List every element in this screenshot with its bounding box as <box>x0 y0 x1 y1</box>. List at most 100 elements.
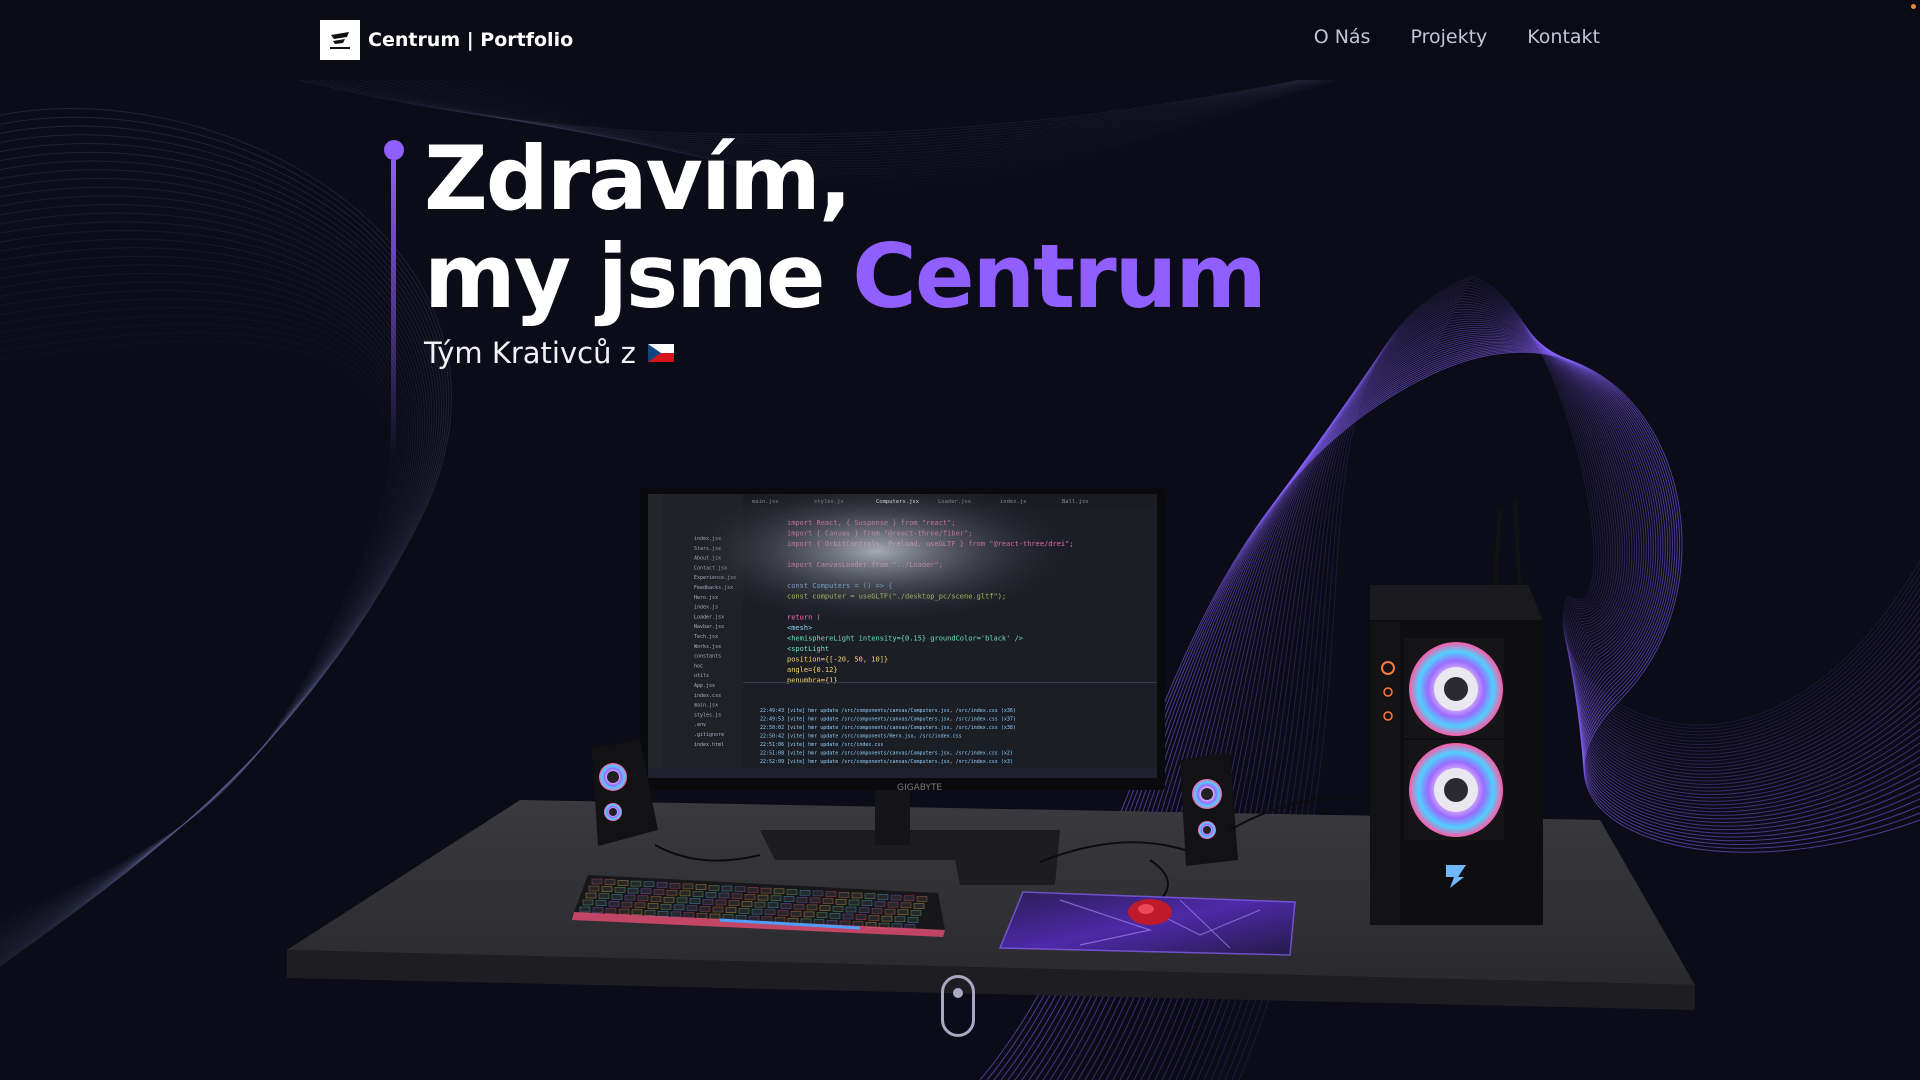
terminal-line: 22:52:09 [vite] hmr update /src/componen… <box>760 759 1013 765</box>
keyboard-key <box>657 910 669 917</box>
keyboard-key <box>686 905 698 911</box>
hero-title-line2-prefix: my jsme <box>424 225 853 328</box>
keyboard-key <box>881 915 893 922</box>
keyboard-key <box>738 908 750 914</box>
keyboard-key <box>634 902 646 909</box>
nav-link-o-nas[interactable]: O Nás <box>1314 26 1371 48</box>
keyboard-key <box>689 898 701 904</box>
explorer-file: .gitignore <box>694 732 724 738</box>
explorer-file: main.jsx <box>694 703 718 709</box>
keyboard-key <box>764 909 776 916</box>
keyboard-key <box>670 911 682 918</box>
keyboard-key <box>874 901 886 907</box>
keyboard-key <box>838 892 850 898</box>
keyboard-key <box>631 909 643 916</box>
keyboard-key <box>796 896 808 903</box>
nav-link-projekty[interactable]: Projekty <box>1410 26 1487 48</box>
keyboard-key <box>585 892 597 899</box>
keyboard-key <box>767 902 779 909</box>
hero-accent-bar <box>391 160 396 460</box>
czech-flag-icon <box>647 344 674 362</box>
keyboard-key <box>825 891 837 897</box>
keyboard-key <box>793 903 805 910</box>
terminal-line: 22:50:02 [vite] hmr update /src/componen… <box>760 725 1016 731</box>
keyboard-key <box>682 883 694 890</box>
terminal-line: 22:51:06 [vite] hmr update /src/index.cs… <box>760 742 883 748</box>
explorer-file: .env <box>694 722 706 728</box>
keyboard-key <box>608 901 620 907</box>
keyboard-key <box>868 915 880 921</box>
keyboard-key <box>871 908 883 914</box>
keyboard-key <box>783 896 795 902</box>
keyboard-key <box>611 894 623 900</box>
keyboard-key <box>887 901 899 908</box>
keyboard-key <box>812 890 824 897</box>
keyboard-key <box>829 913 841 919</box>
keyboard-key <box>721 885 733 892</box>
keyboard-key <box>770 895 782 902</box>
keyboard-key <box>663 896 675 903</box>
keyboard-key <box>683 912 695 918</box>
keyboard-key <box>731 893 743 899</box>
keyboard-key <box>907 917 919 923</box>
keyboard-key <box>786 889 798 895</box>
terminal-line: 22:51:08 [vite] hmr update /src/componen… <box>760 751 1013 757</box>
keyboard-key <box>696 913 708 919</box>
keyboard-key <box>751 908 763 915</box>
keyboard-key <box>734 886 746 892</box>
keyboard-key <box>819 905 831 911</box>
keyboard-key <box>669 882 681 889</box>
keyboard-key <box>822 898 834 904</box>
keyboard-key <box>624 894 636 901</box>
nav-link-kontakt[interactable]: Kontakt <box>1527 26 1600 48</box>
keyboard-key <box>864 893 876 899</box>
keyboard-key <box>582 899 594 906</box>
keyboard-key <box>718 892 730 899</box>
keyboard-key <box>858 907 870 913</box>
keyboard-key <box>806 904 818 911</box>
keyboard-key <box>725 907 737 913</box>
keyboard-key <box>773 888 785 895</box>
terminal-line: 22:49:53 [vite] hmr update /src/componen… <box>760 717 1016 723</box>
monitor-brand: GIGABYTE <box>897 783 942 793</box>
keyboard-key <box>777 910 789 916</box>
keyboard-key <box>627 887 639 894</box>
keyboard-key <box>643 881 655 888</box>
keyboard-key <box>709 913 721 920</box>
mousepad <box>998 891 1296 956</box>
explorer-file: styles.js <box>694 712 721 718</box>
hero-title: Zdravím, my jsme Centrum <box>424 127 1267 328</box>
keyboard-key <box>760 887 772 894</box>
explorer-file: index.css <box>694 693 721 699</box>
keyboard-key <box>877 894 889 900</box>
right-speaker <box>1180 752 1238 866</box>
keyboard-key <box>579 906 591 913</box>
keyboard-key <box>900 902 912 909</box>
keyboard-key <box>656 882 668 888</box>
keyboard-key <box>614 887 626 893</box>
keyboard-key <box>605 908 617 914</box>
keyboard-key <box>799 889 811 896</box>
hero-title-accent: Centrum <box>852 225 1267 328</box>
status-dot <box>1911 4 1916 9</box>
keyboard-key <box>588 885 600 892</box>
logo-link[interactable]: Centrum | Portfolio <box>320 20 573 60</box>
keyboard-key <box>660 903 672 910</box>
terminal-line: 22:50:42 [vite] hmr update /src/componen… <box>760 734 962 740</box>
keyboard-key <box>780 903 792 909</box>
nav-links: O Nás Projekty Kontakt <box>1314 26 1600 48</box>
keyboard-key <box>679 890 691 897</box>
scroll-down-button[interactable] <box>941 975 975 1037</box>
keyboard-key <box>842 913 854 920</box>
keyboard-key <box>790 910 802 917</box>
keyboard-key <box>595 900 607 906</box>
hero-title-line1: Zdravím, <box>424 127 852 230</box>
pc-tower <box>1370 499 1543 925</box>
keyboard-key <box>855 914 867 920</box>
keyboard-key <box>728 900 740 906</box>
hero-subtitle: Tým Krativců z <box>424 336 1265 370</box>
hero-text: Zdravím, my jsme Centrum Tým Krativců z <box>424 127 1267 371</box>
keyboard-key <box>695 884 707 890</box>
keyboard-key <box>897 909 909 916</box>
keyboard-key <box>835 899 847 905</box>
